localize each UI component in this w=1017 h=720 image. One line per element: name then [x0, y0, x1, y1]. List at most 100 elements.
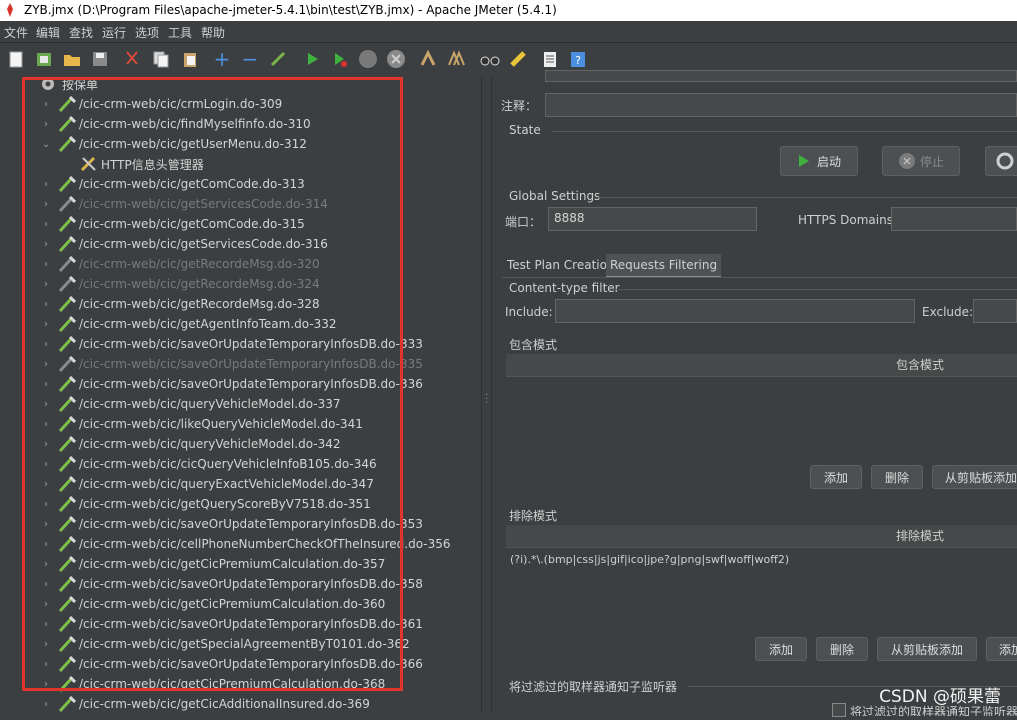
- chevron-right-icon[interactable]: ›: [40, 379, 52, 390]
- tree-item-sampler[interactable]: › /cic-crm-web/cic/getRecordeMsg.do-324: [40, 274, 320, 294]
- tree-item-sampler[interactable]: ⌄ /cic-crm-web/cic/getUserMenu.do-312: [40, 134, 307, 154]
- menu-help[interactable]: 帮助: [201, 24, 225, 41]
- chevron-right-icon[interactable]: ›: [40, 539, 52, 550]
- chevron-right-icon[interactable]: ›: [40, 279, 52, 290]
- exclude-add-button[interactable]: 添加: [755, 637, 807, 661]
- chevron-right-icon[interactable]: ›: [40, 639, 52, 650]
- tree-item-sampler[interactable]: › /cic-crm-web/cic/getSpecialAgreementByT…: [40, 634, 410, 654]
- notify-checkbox[interactable]: [832, 703, 846, 717]
- chevron-right-icon[interactable]: ›: [40, 459, 52, 470]
- menu-tools[interactable]: 工具: [168, 24, 192, 41]
- test-plan-tree[interactable]: 按保单 › /cic-crm-web/cic/crmLogin.do-309 › /ci…: [0, 76, 481, 713]
- chevron-right-icon[interactable]: ›: [40, 479, 52, 490]
- chevron-right-icon[interactable]: ›: [40, 439, 52, 450]
- port-field[interactable]: 8888: [548, 207, 757, 231]
- chevron-right-icon[interactable]: ›: [40, 659, 52, 670]
- chevron-right-icon[interactable]: ›: [40, 599, 52, 610]
- tree-item-sampler[interactable]: › /cic-crm-web/cic/likeQueryVehicleModel.…: [40, 414, 363, 434]
- tree-item-sampler[interactable]: › /cic-crm-web/cic/getCicPremiumCalculati…: [40, 594, 385, 614]
- chevron-right-icon[interactable]: ›: [40, 679, 52, 690]
- chevron-right-icon[interactable]: ›: [40, 239, 52, 250]
- exclude-paste-button[interactable]: 从剪贴板添加: [877, 637, 977, 661]
- exclude-pattern-row[interactable]: (?i).*\.(bmp|css|js|gif|ico|jpe?g|png|sw…: [510, 553, 789, 566]
- collapse-icon[interactable]: −: [240, 47, 260, 71]
- chevron-right-icon[interactable]: ›: [40, 219, 52, 230]
- tree-root-thread-group[interactable]: 按保单: [40, 76, 98, 94]
- menu-search[interactable]: 查找: [69, 24, 93, 41]
- include-delete-button[interactable]: 删除: [871, 465, 923, 489]
- chevron-right-icon[interactable]: ›: [40, 179, 52, 190]
- https-domains-field[interactable]: [891, 207, 1017, 231]
- include-patterns-header[interactable]: 包含模式: [506, 354, 1017, 377]
- chevron-right-icon[interactable]: ›: [40, 519, 52, 530]
- exclude-field[interactable]: [973, 299, 1017, 323]
- tree-item-sampler[interactable]: › /cic-crm-web/cic/findMyselfinfo.do-310: [40, 114, 311, 134]
- chevron-right-icon[interactable]: ›: [40, 559, 52, 570]
- shutdown-icon[interactable]: [386, 49, 406, 69]
- include-paste-button[interactable]: 从剪贴板添加: [932, 465, 1017, 489]
- chevron-right-icon[interactable]: ›: [40, 119, 52, 130]
- tree-item-sampler[interactable]: › /cic-crm-web/cic/crmLogin.do-309: [40, 94, 282, 114]
- tree-item-sampler[interactable]: › /cic-crm-web/cic/cellPhoneNumberCheckOf…: [40, 534, 451, 554]
- chevron-right-icon[interactable]: ›: [40, 299, 52, 310]
- exclude-add-more-button[interactable]: 添加: [986, 637, 1017, 661]
- restart-button[interactable]: [985, 146, 1017, 176]
- tree-item-sampler[interactable]: › /cic-crm-web/cic/queryVehicleModel.do-3…: [40, 434, 341, 454]
- split-pane-divider[interactable]: · · ·: [481, 76, 492, 713]
- tree-item-sampler[interactable]: › /cic-crm-web/cic/getCicPremiumCalculati…: [40, 674, 385, 694]
- tree-item-sampler[interactable]: › /cic-crm-web/cic/getComCode.do-313: [40, 174, 305, 194]
- include-add-button[interactable]: 添加: [810, 465, 862, 489]
- chevron-right-icon[interactable]: ›: [40, 499, 52, 510]
- chevron-right-icon[interactable]: ›: [40, 619, 52, 630]
- chevron-right-icon[interactable]: ›: [40, 339, 52, 350]
- chevron-right-icon[interactable]: ›: [40, 699, 52, 710]
- tree-item-sampler[interactable]: › /cic-crm-web/cic/saveOrUpdateTemporaryI…: [40, 354, 423, 374]
- copy-icon[interactable]: [151, 49, 171, 69]
- cut-icon[interactable]: [122, 49, 142, 69]
- expand-icon[interactable]: +: [212, 47, 232, 71]
- function-helper-icon[interactable]: [540, 49, 560, 69]
- new-icon[interactable]: [6, 49, 26, 69]
- chevron-right-icon[interactable]: ›: [40, 419, 52, 430]
- chevron-right-icon[interactable]: ›: [40, 319, 52, 330]
- tree-item-sampler[interactable]: › /cic-crm-web/cic/getRecordeMsg.do-328: [40, 294, 320, 314]
- tree-item-sampler[interactable]: › /cic-crm-web/cic/getAgentInfoTeam.do-33…: [40, 314, 337, 334]
- tree-item-header-manager[interactable]: HTTP信息头管理器: [80, 154, 204, 174]
- search-icon[interactable]: [480, 49, 500, 69]
- chevron-right-icon[interactable]: ›: [40, 99, 52, 110]
- chevron-down-icon[interactable]: ⌄: [40, 139, 52, 150]
- start-no-timers-icon[interactable]: [330, 49, 350, 69]
- include-field[interactable]: [555, 299, 915, 323]
- tree-item-sampler[interactable]: › /cic-crm-web/cic/cicQueryVehicleInfoB10…: [40, 454, 377, 474]
- paste-icon[interactable]: [180, 49, 200, 69]
- chevron-right-icon[interactable]: ›: [40, 579, 52, 590]
- tree-item-sampler[interactable]: › /cic-crm-web/cic/saveOrUpdateTemporaryI…: [40, 334, 423, 354]
- reset-search-icon[interactable]: [508, 49, 528, 69]
- comment-field[interactable]: [545, 93, 1017, 117]
- tree-item-sampler[interactable]: › /cic-crm-web/cic/getComCode.do-315: [40, 214, 305, 234]
- name-field[interactable]: [545, 70, 1017, 82]
- chevron-right-icon[interactable]: ›: [40, 359, 52, 370]
- tree-item-sampler[interactable]: › /cic-crm-web/cic/getServicesCode.do-314: [40, 194, 328, 214]
- chevron-right-icon[interactable]: ›: [40, 259, 52, 270]
- tree-item-sampler[interactable]: › /cic-crm-web/cic/saveOrUpdateTemporaryI…: [40, 574, 423, 594]
- toggle-icon[interactable]: [268, 49, 288, 69]
- open-icon[interactable]: [62, 49, 82, 69]
- stop-button[interactable]: 停止: [882, 146, 960, 176]
- tree-item-sampler[interactable]: › /cic-crm-web/cic/getCicAdditionalInsure…: [40, 694, 370, 713]
- start-button[interactable]: 启动: [780, 146, 858, 176]
- tree-item-sampler[interactable]: › /cic-crm-web/cic/saveOrUpdateTemporaryI…: [40, 654, 423, 674]
- exclude-patterns-header[interactable]: 排除模式: [506, 525, 1017, 548]
- tree-item-sampler[interactable]: › /cic-crm-web/cic/saveOrUpdateTemporaryI…: [40, 614, 423, 634]
- tree-item-sampler[interactable]: › /cic-crm-web/cic/getQueryScoreByV7518.d…: [40, 494, 371, 514]
- help-icon[interactable]: ?: [568, 49, 588, 69]
- chevron-right-icon[interactable]: ›: [40, 399, 52, 410]
- clear-all-icon[interactable]: [446, 49, 466, 69]
- tab-test-plan-creation[interactable]: Test Plan Creation: [503, 254, 619, 276]
- menu-file[interactable]: 文件: [4, 24, 28, 41]
- menu-options[interactable]: 选项: [135, 24, 159, 41]
- menu-run[interactable]: 运行: [102, 24, 126, 41]
- tree-item-sampler[interactable]: › /cic-crm-web/cic/saveOrUpdateTemporaryI…: [40, 514, 423, 534]
- menu-edit[interactable]: 编辑: [36, 24, 60, 41]
- tree-item-sampler[interactable]: › /cic-crm-web/cic/getCicPremiumCalculati…: [40, 554, 385, 574]
